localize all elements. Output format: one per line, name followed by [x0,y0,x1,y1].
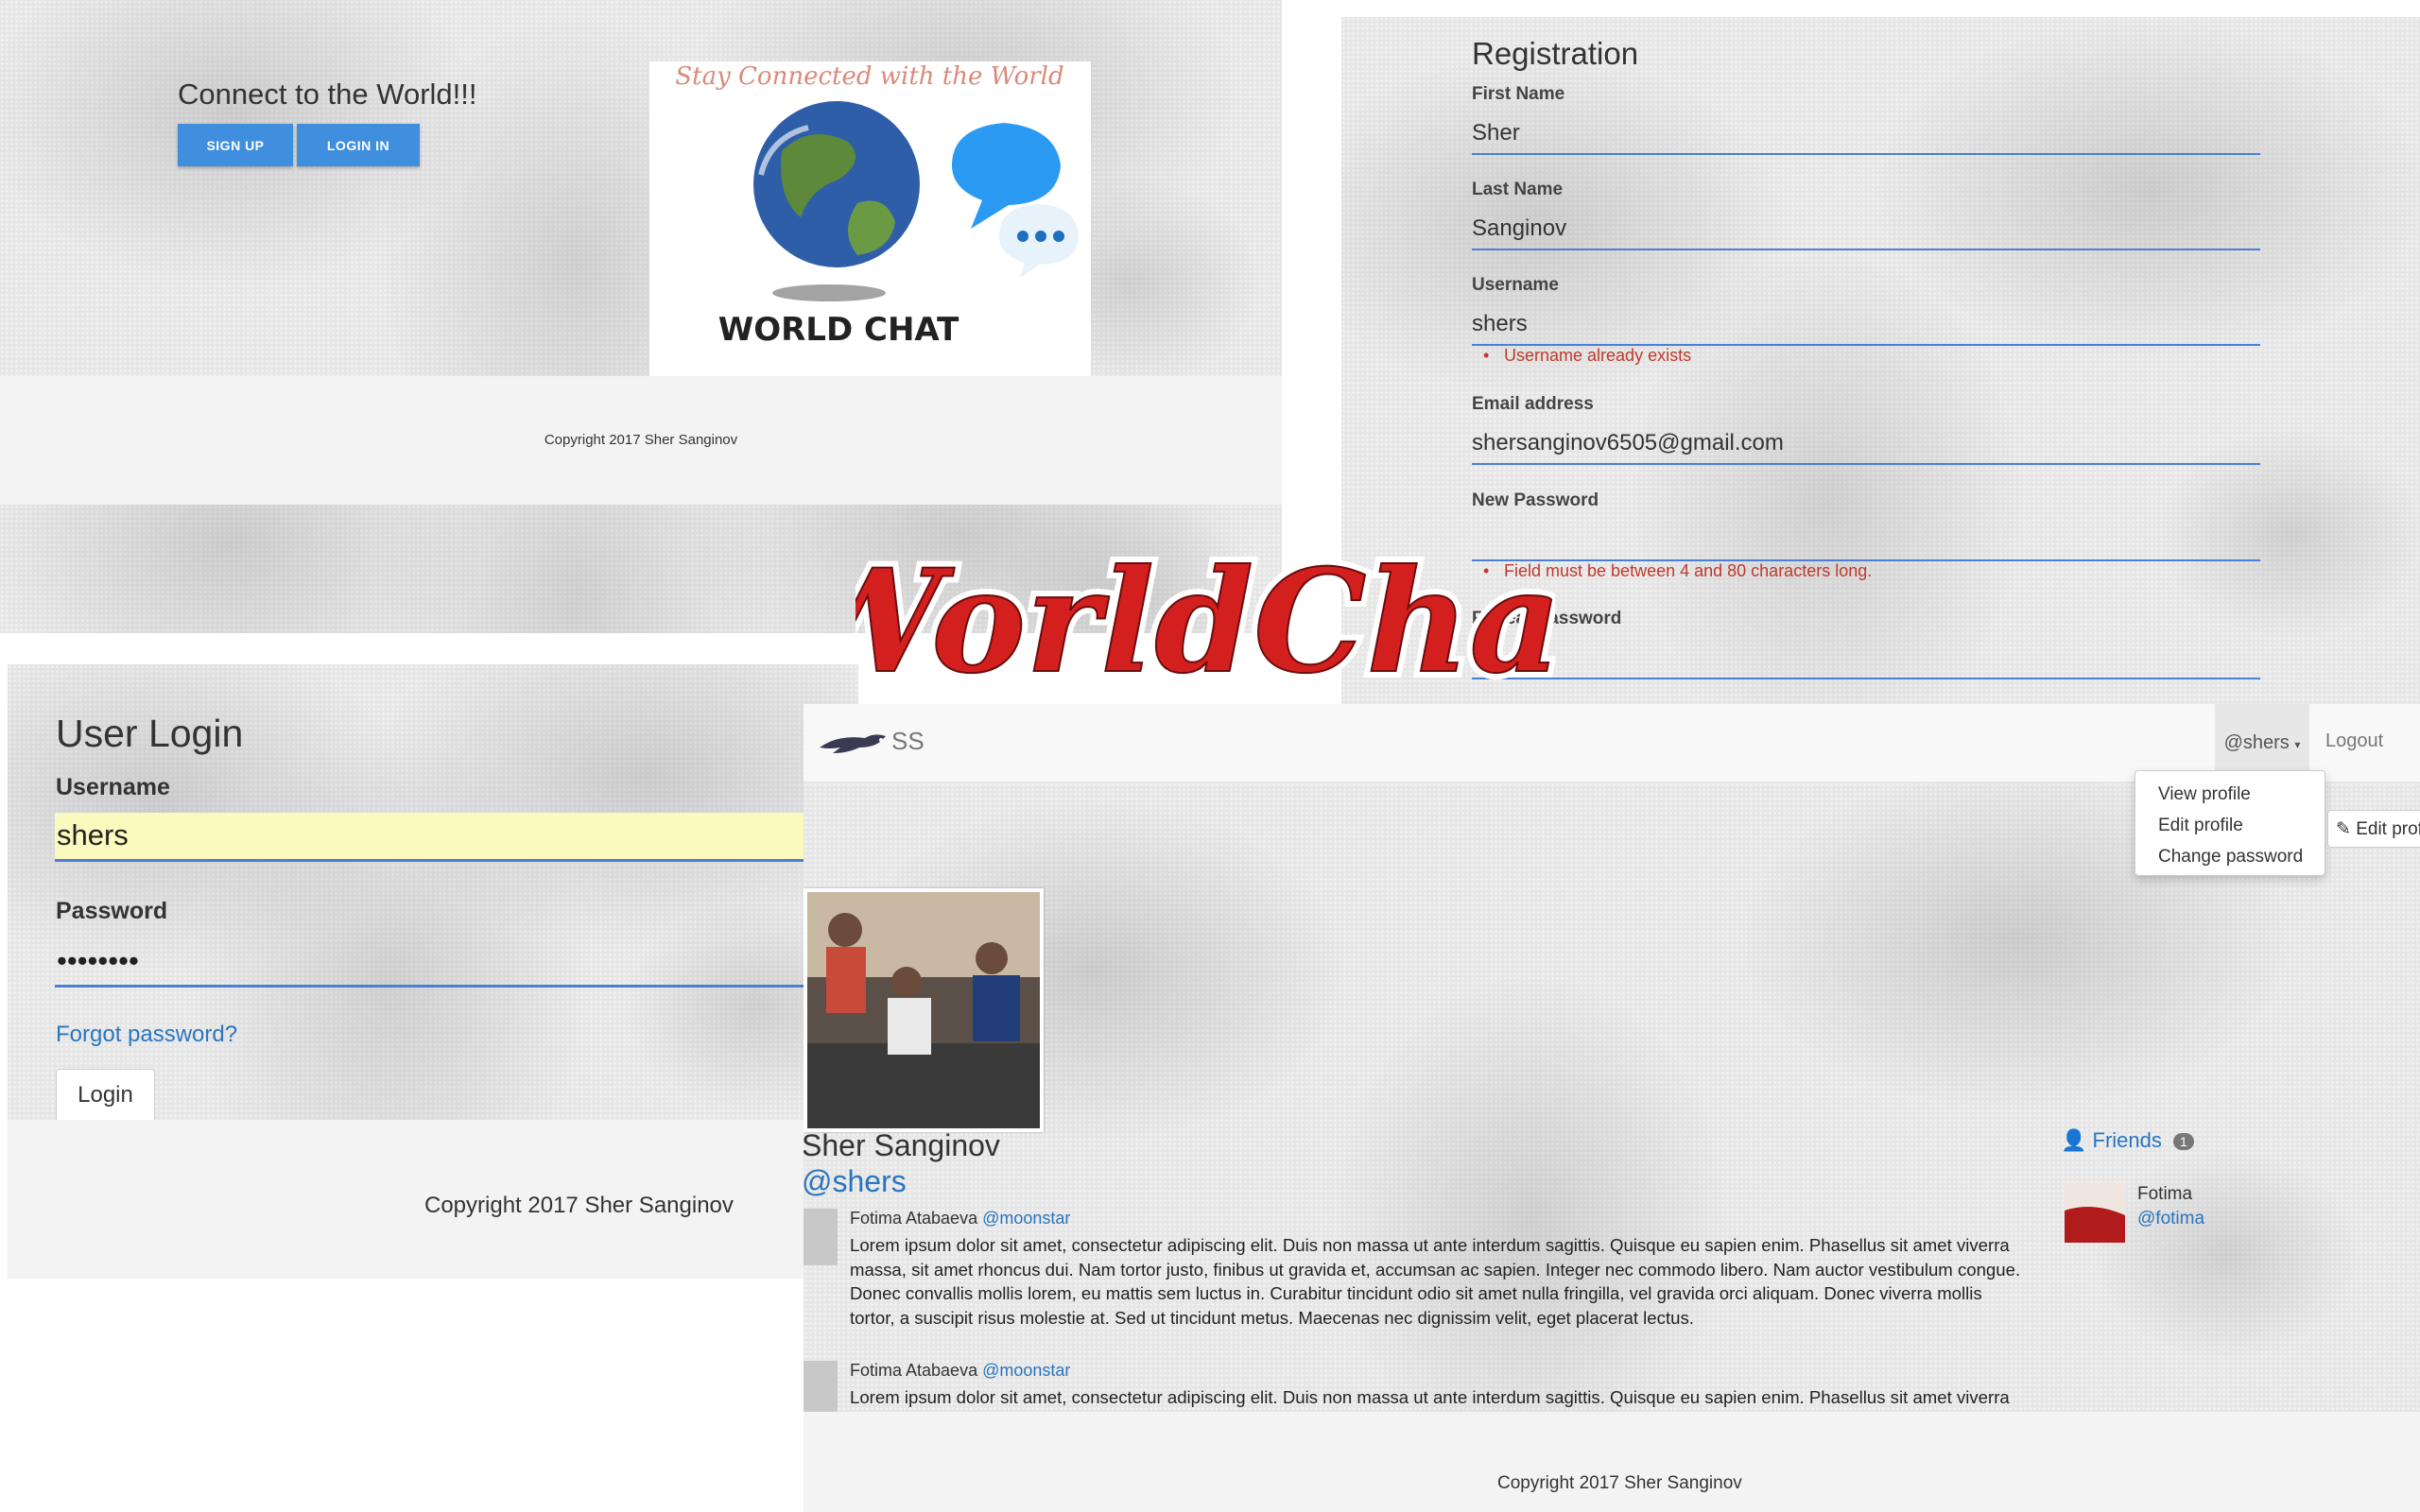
email-label: Email address [1472,394,1594,414]
post-author-avatar[interactable] [804,1361,838,1418]
friend-name: Fotima [2137,1184,2193,1204]
post-text: Lorem ipsum dolor sit amet, consectetur … [850,1235,2021,1328]
post-author-name: Fotima Atabaeva [850,1361,978,1380]
friends-label: Friends [2092,1128,2162,1152]
friend-handle[interactable]: @fotima [2137,1209,2204,1229]
profile-body: Sher Sanginov @shers Fotima Atabaeva @mo… [804,782,2420,1480]
profile-handle[interactable]: @shers [804,1164,907,1199]
worldchat-title: WorldChat [856,539,1555,705]
login-button[interactable]: Login [56,1069,155,1123]
new-password-label: New Password [1472,490,1599,510]
post-author-name: Fotima Atabaeva [850,1209,978,1228]
password-error: Field must be between 4 and 80 character… [1483,561,1872,581]
login-password-input[interactable]: •••••••• [55,938,858,988]
username-field[interactable]: shers [1472,302,2260,346]
user-icon: 👤 [2061,1128,2087,1152]
forgot-password-link[interactable]: Forgot password? [56,1022,237,1048]
username-label: Username [1472,275,1559,295]
logout-link[interactable]: Logout [2325,730,2383,752]
signup-button[interactable]: SIGN UP [178,124,293,166]
dropdown-change-password[interactable]: Change password [2158,847,2303,868]
brand-text[interactable]: SS [891,727,925,756]
post-author-avatar[interactable] [804,1209,838,1265]
logo-tagline: Stay Connected with the World [675,62,1063,91]
profile-photo-art [807,892,1040,1128]
user-dropdown-menu: View profile Edit profile Change passwor… [2135,770,2325,876]
dropdown-edit-profile[interactable]: Edit profile [2158,816,2243,836]
last-name-field[interactable]: Sanginov [1472,207,2260,250]
new-password-field[interactable] [1472,518,2260,561]
friends-header[interactable]: 👤 Friends 1 [2061,1128,2194,1153]
last-name-label: Last Name [1472,180,1564,199]
landing-tagline: Connect to the World!!! [178,77,477,111]
login-footer: Copyright 2017 Sher Sanginov [8,1120,858,1279]
registration-title: Registration [1472,36,1639,71]
repeat-password-field[interactable] [1472,636,2260,679]
user-dropdown-label: @shers [2223,732,2290,753]
profile-footer: Copyright 2017 Sher Sanginov [804,1412,2420,1512]
landing-copyright: Copyright 2017 Sher Sanginov [544,432,738,448]
login-username-input[interactable]: shers [55,813,858,862]
globe-shadow [772,284,886,301]
dropdown-view-profile[interactable]: View profile [2158,784,2251,805]
post-author-handle[interactable]: @moonstar [982,1209,1070,1228]
email-field[interactable]: shersanginov6505@gmail.com [1472,421,2260,465]
login-title: User Login [56,712,244,755]
landing-hero: Connect to the World!!! SIGN UP LOGIN IN… [0,0,1282,376]
world-chat-logo: Stay Connected with the World WORLD CHAT [649,61,1091,376]
pencil-icon: ✎ [2336,819,2351,839]
post-author: Fotima Atabaeva @moonstar [850,1361,1070,1381]
edit-profile-button[interactable]: ✎ Edit profi [2327,810,2420,848]
login-in-button[interactable]: LOGIN IN [297,124,420,166]
profile-photo [804,888,1044,1132]
profile-copyright: Copyright 2017 Sher Sanginov [1497,1473,1742,1493]
friends-count-badge: 1 [2173,1133,2194,1151]
profile-panel: Sher Sanginov @shers Fotima Atabaeva @mo… [804,704,2420,1512]
landing-footer: Copyright 2017 Sher Sanginov [0,376,1282,505]
world-chat-logo-art: Stay Connected with the World WORLD CHAT [675,62,1079,349]
edit-profile-label: Edit profi [2356,819,2420,839]
login-copyright: Copyright 2017 Sher Sanginov [424,1193,734,1218]
login-password-label: Password [56,898,168,924]
caret-down-icon: ▾ [2294,738,2301,751]
worldchat-title-overlay: WorldChat WorldChat [856,532,1555,712]
friend-avatar[interactable] [2065,1182,2125,1243]
login-panel: User Login Username shers Password •••••… [8,664,858,1279]
post-author-handle[interactable]: @moonstar [982,1361,1070,1380]
username-error: Username already exists [1483,346,1691,366]
globe-icon [753,101,920,267]
post-author: Fotima Atabaeva @moonstar [850,1209,1070,1228]
login-username-label: Username [56,774,170,800]
profile-name: Sher Sanginov [804,1128,1000,1162]
post-item: Fotima Atabaeva @moonstar Lorem ipsum do… [804,1209,2032,1328]
first-name-label: First Name [1472,84,1565,104]
first-name-field[interactable]: Sher [1472,112,2260,155]
login-form-area: User Login Username shers Password •••••… [8,664,858,1123]
logo-text: WORLD CHAT [718,311,959,349]
